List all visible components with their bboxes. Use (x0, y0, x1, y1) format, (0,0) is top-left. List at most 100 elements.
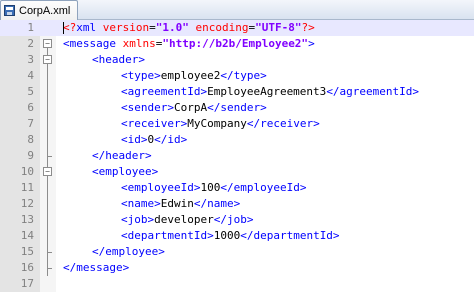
line-number: 4 (27, 69, 34, 82)
syntax-token-tag: xml (76, 21, 103, 34)
syntax-token-tag: <header> (92, 53, 145, 66)
syntax-token-tag: </id> (154, 133, 188, 146)
code-line[interactable]: 7 <receiver>MyCompany</receiver> (0, 116, 474, 132)
syntax-token-tag: > (308, 37, 315, 50)
line-number: 17 (20, 277, 34, 290)
line-number: 8 (27, 133, 34, 146)
code-line[interactable]: 9 </header> (0, 148, 474, 164)
code-text: <employeeId>100</employeeId> (121, 180, 306, 196)
code-text: <message xmlns="http://b2b/Employee2"> (63, 36, 315, 52)
code-line[interactable]: 16 </message> (0, 260, 474, 276)
syntax-token-text: = (149, 21, 156, 34)
code-line[interactable]: 10 <employee> (0, 164, 474, 180)
syntax-token-tag: </type> (220, 69, 267, 82)
code-line[interactable]: 5 <agreementId>EmployeeAgreement3</agreem… (0, 84, 474, 100)
line-number: 3 (27, 53, 34, 66)
syntax-token-tag: <id> (121, 133, 148, 146)
fold-end-marker (47, 252, 52, 253)
code-text: <?xml version="1.0" encoding="UTF-8"?> (63, 20, 315, 36)
syntax-token-tag: </job> (213, 213, 254, 226)
code-line[interactable]: 17 (0, 276, 474, 292)
code-text: <employee> (92, 164, 158, 180)
line-number: 7 (27, 117, 34, 130)
syntax-token-attr: xmlns (122, 37, 156, 50)
syntax-token-text: 1000 (213, 229, 241, 242)
code-line[interactable]: 4 <type>employee2</type> (0, 68, 474, 84)
line-number: 2 (27, 37, 34, 50)
syntax-token-text: CorpA (173, 101, 208, 114)
code-line[interactable]: 2 <message xmlns="http://b2b/Employee2"> (0, 36, 474, 52)
line-number: 16 (20, 261, 34, 274)
syntax-token-tag: </departmentId> (240, 229, 340, 242)
syntax-token-val: "http://b2b/Employee2" (162, 37, 309, 50)
code-line[interactable]: 8 <id>0</id> (0, 132, 474, 148)
notepadpp-window: CorpA.xml 1 <?xml version="1.0" encoding=… (0, 0, 474, 292)
fold-end-marker (47, 268, 52, 269)
fold-collapse-icon[interactable]: − (43, 55, 52, 64)
code-line[interactable]: 13 <job>developer</job> (0, 212, 474, 228)
syntax-token-decl: <? (63, 21, 77, 34)
syntax-token-tag: <receiver> (121, 117, 188, 130)
syntax-token-tag: </header> (92, 149, 152, 162)
syntax-token-tag: <job> (121, 213, 155, 226)
syntax-token-text: developer (154, 213, 214, 226)
syntax-token-attr: version (102, 21, 150, 34)
line-number: 5 (27, 85, 34, 98)
syntax-token-tag: <departmentId> (121, 229, 214, 242)
code-text: <agreementId>EmployeeAgreement3</agreeme… (121, 84, 419, 100)
code-line[interactable]: 1 <?xml version="1.0" encoding="UTF-8"?> (0, 20, 474, 36)
line-number: 9 (27, 149, 34, 162)
syntax-token-text: EmployeeAgreement3 (207, 85, 327, 98)
syntax-token-val: "1.0" (155, 21, 189, 34)
code-line[interactable]: 15 </employee> (0, 244, 474, 260)
syntax-token-text: employee2 (160, 69, 221, 82)
code-text: <departmentId>1000</departmentId> (121, 228, 340, 244)
code-editor[interactable]: 1 <?xml version="1.0" encoding="UTF-8"?> 2… (0, 20, 474, 292)
syntax-token-tag: <employeeId> (121, 181, 201, 194)
line-number: 14 (20, 229, 34, 242)
syntax-token-text: MyCompany (187, 117, 247, 130)
line-number: 15 (20, 245, 34, 258)
fold-collapse-icon[interactable]: − (43, 167, 52, 176)
syntax-token-val: "UTF-8" (255, 21, 302, 34)
text-caret (63, 22, 64, 34)
syntax-token-decl: ?> (301, 21, 315, 34)
syntax-token-tag: </name> (193, 197, 241, 210)
code-text: </message> (63, 260, 129, 276)
syntax-token-tag: <type> (121, 69, 161, 82)
line-number: 6 (27, 101, 34, 114)
code-line[interactable]: 6 <sender>CorpA</sender> (0, 100, 474, 116)
syntax-token-tag: </receiver> (246, 117, 320, 130)
syntax-token-tag: <employee> (92, 165, 159, 178)
syntax-token-tag: </message> (63, 261, 130, 274)
syntax-token-tag: <message (63, 37, 123, 50)
syntax-token-tag: <name> (121, 197, 161, 210)
code-text: <type>employee2</type> (121, 68, 267, 84)
line-number: 12 (20, 197, 34, 210)
tab-label: CorpA.xml (19, 4, 71, 17)
line-number: 13 (20, 213, 34, 226)
code-line[interactable]: 11 <employeeId>100</employeeId> (0, 180, 474, 196)
syntax-token-tag: <sender> (121, 101, 174, 114)
save-icon (4, 5, 15, 16)
code-line[interactable]: 12 <name>Edwin</name> (0, 196, 474, 212)
code-text: <receiver>MyCompany</receiver> (121, 116, 320, 132)
syntax-token-text: Edwin (160, 197, 194, 210)
syntax-token-tag: </sender> (207, 101, 267, 114)
code-text: <id>0</id> (121, 132, 187, 148)
code-text: </employee> (92, 244, 165, 260)
syntax-token-tag: </agreementId> (326, 85, 420, 98)
tab-bar: CorpA.xml (0, 0, 474, 20)
code-text: <name>Edwin</name> (121, 196, 240, 212)
code-line[interactable]: 14 <departmentId>1000</departmentId> (0, 228, 474, 244)
line-number: 1 (27, 21, 34, 34)
code-text: <header> (92, 52, 145, 68)
code-line[interactable]: 3 <header> (0, 52, 474, 68)
syntax-token-tag: <agreementId> (121, 85, 208, 98)
fold-collapse-icon[interactable]: − (43, 39, 52, 48)
fold-guide (47, 48, 48, 276)
code-text: <job>developer</job> (121, 212, 253, 228)
syntax-token-text: 100 (200, 181, 221, 194)
tab-corpa-xml[interactable]: CorpA.xml (0, 0, 78, 20)
line-number: 11 (20, 181, 34, 194)
